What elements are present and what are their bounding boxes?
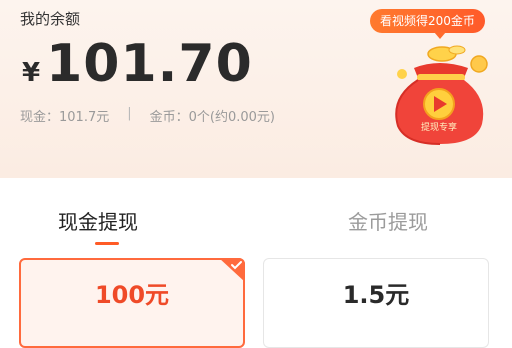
amount-option-100[interactable]: 100元 [19, 258, 245, 348]
check-icon [219, 258, 245, 282]
balance-label: 我的余额 [20, 10, 81, 28]
amount-option-1-5[interactable]: 1.5元 [263, 258, 489, 348]
separator: | [127, 106, 132, 121]
active-tab-indicator [95, 242, 119, 245]
promo-badge[interactable]: 看视频得200金币 [370, 9, 485, 39]
coin-balance-text: 金币：0个(约0.00元) [149, 110, 275, 125]
promo-bag[interactable]: 提现专享 [384, 42, 494, 146]
amount-value: 101.70 [46, 34, 253, 94]
cash-balance-text: 现金：101.7元 [20, 110, 110, 125]
withdraw-tabs: 现金提现 金币提现 [0, 200, 512, 246]
tab-coin-withdraw[interactable]: 金币提现 [348, 206, 428, 235]
tab-cash-withdraw[interactable]: 现金提现 [58, 206, 138, 235]
option-label: 1.5元 [342, 280, 410, 309]
option-label: 100元 [94, 280, 170, 309]
balance-amount: ¥ 101.70 [22, 34, 253, 94]
bag-label: 提现专享 [420, 123, 457, 133]
balance-header: 我的余额 ¥ 101.70 现金：101.7元 | 金币：0个(约0.00元) … [0, 0, 512, 178]
balance-breakdown: 现金：101.7元 | 金币：0个(约0.00元) [20, 106, 275, 125]
currency-symbol: ¥ [22, 58, 41, 88]
